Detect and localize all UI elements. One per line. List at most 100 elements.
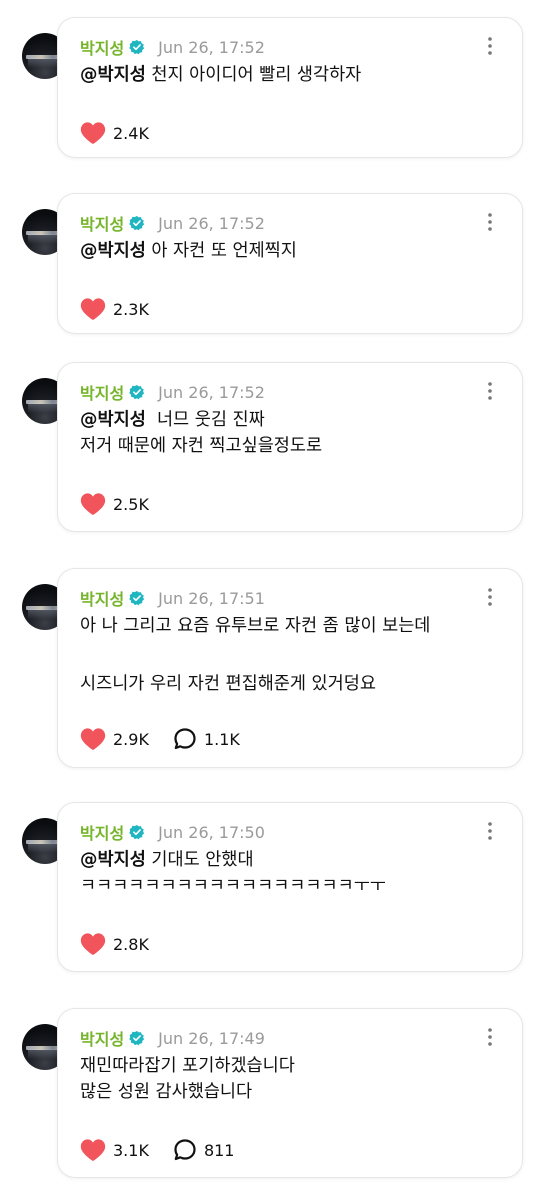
like-count: 2.8K — [113, 934, 149, 954]
post-text: 아 나 그리고 요즘 유투브로 자컨 좀 많이 보는데 — [80, 616, 431, 636]
post-line: 저거 때문에 자컨 찍고싶을정도로 — [80, 433, 502, 459]
post-bubble: 박지성 Jun 26, 17:52 @박지성 천지 아이디어 빨리 생각하자 2.4K — [57, 17, 523, 158]
post-stats: 3.1K 811 — [80, 1138, 258, 1162]
post-header: 박지성 Jun 26, 17:50 — [80, 820, 265, 844]
like-button[interactable]: 2.3K — [80, 297, 149, 321]
verified-badge-icon — [129, 385, 145, 400]
like-count: 2.3K — [113, 299, 149, 319]
post-line: @박지성 기대도 안했대 — [80, 847, 502, 873]
mention-link[interactable]: @박지성 — [80, 850, 146, 870]
post-body: @박지성 너므 웃김 진짜저거 때문에 자컨 찍고싶을정도로 — [80, 407, 502, 459]
comment-button[interactable]: 811 — [173, 1138, 234, 1162]
mention-link[interactable]: @박지성 — [80, 241, 146, 261]
post-line: 많은 성원 감사했습니다 — [80, 1079, 502, 1105]
more-options-icon[interactable] — [488, 37, 492, 55]
post-stats: 2.5K — [80, 492, 173, 516]
post-timestamp: Jun 26, 17:51 — [158, 588, 265, 608]
post-body: 아 나 그리고 요즘 유투브로 자컨 좀 많이 보는데시즈니가 우리 자컨 편집… — [80, 613, 502, 697]
post-text: 너므 웃김 진짜 — [156, 410, 265, 430]
verified-badge-icon — [129, 591, 145, 606]
heart-icon — [80, 493, 106, 516]
like-count: 2.9K — [113, 729, 149, 749]
like-button[interactable]: 3.1K — [80, 1138, 149, 1162]
post-header: 박지성 Jun 26, 17:52 — [80, 380, 265, 404]
post-line — [80, 639, 502, 671]
mention-link[interactable]: @박지성 — [80, 410, 146, 430]
post-item: 박지성 Jun 26, 17:51 아 나 그리고 요즘 유투브로 자컨 좀 많이 … — [0, 568, 547, 768]
post-body: @박지성 천지 아이디어 빨리 생각하자 — [80, 62, 502, 88]
post-body: @박지성 기대도 안했대 ㅋㅋㅋㅋㅋㅋㅋㅋㅋㅋㅋㅋㅋㅋㅋㅋㅋㅜㅜ — [80, 847, 502, 899]
like-button[interactable]: 2.9K — [80, 727, 149, 751]
comment-button[interactable]: 1.1K — [173, 727, 240, 751]
comment-bubble-icon — [174, 728, 196, 750]
post-text: 천지 아이디어 빨리 생각하자 — [151, 65, 362, 85]
post-line: @박지성 천지 아이디어 빨리 생각하자 — [80, 62, 502, 88]
like-button[interactable]: 2.5K — [80, 492, 149, 516]
post-item: 박지성 Jun 26, 17:52 @박지성 천지 아이디어 빨리 생각하자 2.4K — [0, 17, 547, 158]
post-timestamp: Jun 26, 17:52 — [158, 382, 265, 402]
post-stats: 2.4K — [80, 121, 173, 145]
verified-badge-icon — [129, 825, 145, 840]
post-body: 재민따라잡기 포기하겠습니다많은 성원 감사했습니다 — [80, 1053, 502, 1105]
more-options-icon[interactable] — [488, 1028, 492, 1046]
author-name[interactable]: 박지성 — [80, 35, 124, 59]
more-options-icon[interactable] — [488, 382, 492, 400]
post-stats: 2.8K — [80, 932, 173, 956]
post-item: 박지성 Jun 26, 17:50 @박지성 기대도 안했대 ㅋㅋㅋㅋㅋㅋㅋㅋㅋㅋㅋㅋ… — [0, 802, 547, 972]
post-header: 박지성 Jun 26, 17:51 — [80, 586, 265, 610]
post-item: 박지성 Jun 26, 17:52 @박지성 너므 웃김 진짜저거 때문에 자컨 찍… — [0, 362, 547, 532]
author-name[interactable]: 박지성 — [80, 586, 124, 610]
post-line: @박지성 너므 웃김 진짜 — [80, 407, 502, 433]
heart-icon — [80, 298, 106, 321]
heart-icon — [80, 122, 106, 145]
author-name[interactable]: 박지성 — [80, 380, 124, 404]
heart-icon — [80, 728, 106, 751]
post-timestamp: Jun 26, 17:50 — [158, 822, 265, 842]
comment-count: 1.1K — [203, 729, 240, 749]
comment-bubble-icon — [174, 1139, 196, 1161]
post-bubble: 박지성 Jun 26, 17:50 @박지성 기대도 안했대 ㅋㅋㅋㅋㅋㅋㅋㅋㅋㅋㅋㅋ… — [57, 802, 523, 972]
post-header: 박지성 Jun 26, 17:52 — [80, 35, 265, 59]
more-options-icon[interactable] — [488, 213, 492, 231]
author-name[interactable]: 박지성 — [80, 211, 124, 235]
post-line: 시즈니가 우리 자컨 편집해준게 있거덩요 — [80, 671, 502, 697]
post-line: 아 나 그리고 요즘 유투브로 자컨 좀 많이 보는데 — [80, 613, 502, 639]
post-text: 기대도 안했대 — [151, 850, 254, 870]
post-text: 많은 성원 감사했습니다 — [80, 1082, 253, 1102]
post-header: 박지성 Jun 26, 17:52 — [80, 211, 265, 235]
post-line: 재민따라잡기 포기하겠습니다 — [80, 1053, 502, 1079]
like-count: 2.4K — [113, 123, 149, 143]
post-stats: 2.9K 1.1K — [80, 727, 264, 751]
like-button[interactable]: 2.8K — [80, 932, 149, 956]
like-count: 2.5K — [113, 494, 149, 514]
post-text: 시즈니가 우리 자컨 편집해준게 있거덩요 — [80, 674, 376, 694]
author-name[interactable]: 박지성 — [80, 1026, 124, 1050]
more-options-icon[interactable] — [488, 588, 492, 606]
post-text: 아 자컨 또 언제찍지 — [151, 241, 297, 261]
verified-badge-icon — [129, 216, 145, 231]
verified-badge-icon — [129, 1031, 145, 1046]
post-text: ㅋㅋㅋㅋㅋㅋㅋㅋㅋㅋㅋㅋㅋㅋㅋㅋㅋㅜㅜ — [80, 876, 386, 896]
post-bubble: 박지성 Jun 26, 17:49 재민따라잡기 포기하겠습니다많은 성원 감사했습… — [57, 1008, 523, 1178]
like-count: 3.1K — [113, 1140, 149, 1160]
more-options-icon[interactable] — [488, 822, 492, 840]
post-line: @박지성 아 자컨 또 언제찍지 — [80, 238, 502, 264]
post-text: 재민따라잡기 포기하겠습니다 — [80, 1056, 295, 1076]
post-body: @박지성 아 자컨 또 언제찍지 — [80, 238, 502, 264]
like-button[interactable]: 2.4K — [80, 121, 149, 145]
post-line: ㅋㅋㅋㅋㅋㅋㅋㅋㅋㅋㅋㅋㅋㅋㅋㅋㅋㅜㅜ — [80, 873, 502, 899]
post-text: 저거 때문에 자컨 찍고싶을정도로 — [80, 436, 323, 456]
heart-icon — [80, 1139, 106, 1162]
post-item: 박지성 Jun 26, 17:52 @박지성 아 자컨 또 언제찍지 2.3K — [0, 193, 547, 334]
post-bubble: 박지성 Jun 26, 17:52 @박지성 아 자컨 또 언제찍지 2.3K — [57, 193, 523, 334]
post-stats: 2.3K — [80, 297, 173, 321]
post-bubble: 박지성 Jun 26, 17:52 @박지성 너므 웃김 진짜저거 때문에 자컨 찍… — [57, 362, 523, 532]
post-item: 박지성 Jun 26, 17:49 재민따라잡기 포기하겠습니다많은 성원 감사했습… — [0, 1008, 547, 1178]
heart-icon — [80, 933, 106, 956]
mention-link[interactable]: @박지성 — [80, 65, 146, 85]
post-bubble: 박지성 Jun 26, 17:51 아 나 그리고 요즘 유투브로 자컨 좀 많이 … — [57, 568, 523, 768]
post-header: 박지성 Jun 26, 17:49 — [80, 1026, 265, 1050]
author-name[interactable]: 박지성 — [80, 820, 124, 844]
post-timestamp: Jun 26, 17:52 — [158, 37, 265, 57]
post-timestamp: Jun 26, 17:52 — [158, 213, 265, 233]
